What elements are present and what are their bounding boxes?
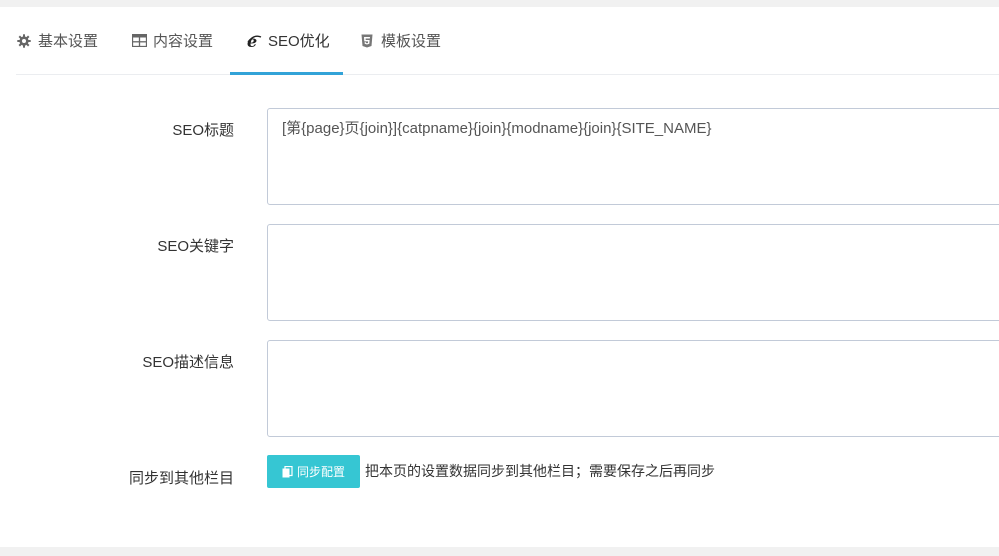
tab-template-settings[interactable]: 模板设置 — [359, 7, 463, 74]
sync-config-button[interactable]: 同步配置 — [267, 455, 360, 488]
settings-panel: 基本设置 内容设置 e SEO优化 模板设置 SEO标题 [第{page}页{j… — [0, 7, 999, 547]
seo-keywords-field[interactable] — [267, 224, 999, 321]
tab-content-settings[interactable]: 内容设置 — [131, 7, 235, 74]
seo-description-label: SEO描述信息 — [142, 354, 234, 371]
tab-label: SEO优化 — [268, 33, 330, 50]
tab-label: 基本设置 — [38, 33, 99, 50]
ie-icon: e — [246, 33, 262, 49]
sync-label: 同步到其他栏目 — [128, 470, 234, 487]
gear-icon — [16, 33, 32, 49]
seo-description-field[interactable] — [267, 340, 999, 437]
tab-label: 内容设置 — [153, 33, 214, 50]
copy-icon — [282, 465, 293, 478]
tab-label: 模板设置 — [381, 33, 442, 50]
seo-title-field[interactable] — [267, 108, 999, 205]
seo-keywords-label: SEO关键字 — [157, 238, 234, 255]
tab-seo-optimization[interactable]: e SEO优化 — [230, 7, 343, 75]
seo-title-label: SEO标题 — [172, 122, 234, 139]
html5-icon — [359, 33, 375, 49]
table-icon — [131, 33, 147, 49]
tab-basic-settings[interactable]: 基本设置 — [16, 7, 120, 74]
sync-help-text: 把本页的设置数据同步到其他栏目；需要保存之后再同步 — [365, 463, 715, 479]
sync-button-label: 同步配置 — [296, 465, 345, 479]
